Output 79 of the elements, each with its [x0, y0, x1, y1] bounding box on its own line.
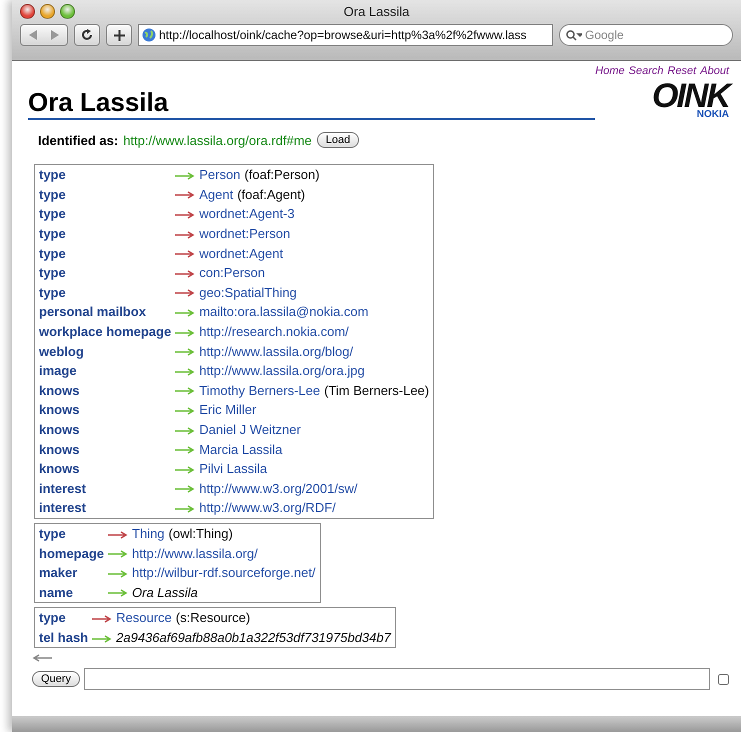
property-name: name	[34, 582, 106, 603]
value-note: (s:Resource)	[176, 610, 250, 626]
value-note: (foaf:Person)	[244, 167, 320, 182]
back-arrow-icon	[32, 654, 52, 662]
property-name: knows	[34, 380, 174, 400]
literal-value: 2a9436af69afb88a0b1a322f53df731975bd34b7	[116, 630, 391, 645]
value-link[interactable]: geo:SpatialThing	[199, 284, 297, 300]
property-name: type	[34, 224, 174, 244]
literal-value: Ora Lassila	[132, 584, 198, 600]
property-name: type	[34, 204, 174, 224]
reload-icon	[81, 29, 93, 41]
value-link[interactable]: Thing	[132, 526, 165, 541]
property-name: type	[34, 523, 106, 544]
property-name: type	[34, 282, 174, 302]
value-note: (foaf:Agent)	[237, 186, 306, 202]
property-name: knows	[34, 400, 174, 420]
load-button[interactable]: Load	[316, 132, 360, 148]
back-forward-icon	[29, 30, 59, 40]
identified-label: Identified as:	[38, 132, 118, 148]
value-link[interactable]: http://www.w3.org/RDF/	[199, 500, 336, 516]
value-link[interactable]: wordnet:Agent	[199, 246, 284, 261]
nav-link[interactable]: About	[700, 65, 729, 77]
value-link[interactable]: http://www.lassila.org/blog/	[199, 344, 354, 359]
page-heading: Ora Lassila	[28, 87, 168, 118]
value-link[interactable]: Pilvi Lassila	[199, 461, 268, 476]
value-link[interactable]: http://www.lassila.org/ora.jpg	[199, 363, 365, 378]
value-link[interactable]: Daniel J Weitzner	[199, 422, 301, 438]
value-link[interactable]: Eric Miller	[199, 402, 256, 418]
property-name: type	[34, 262, 174, 283]
value-link[interactable]: Timothy Berners-Lee	[199, 382, 320, 398]
value-link[interactable]: Marcia Lassila	[199, 442, 282, 457]
value-link[interactable]: mailto:ora.lassila@nokia.com	[199, 304, 368, 320]
window-title: Ora Lassila	[344, 4, 410, 18]
add-bookmark-button[interactable]	[106, 24, 132, 46]
value-link[interactable]: con:Person	[199, 265, 265, 280]
property-name: interest	[34, 478, 174, 498]
nav-link[interactable]: Reset	[668, 65, 696, 77]
value-link[interactable]: http://wilbur-rdf.sourceforge.net/	[132, 565, 316, 580]
value-link[interactable]: http://www.w3.org/2001/sw/	[199, 480, 358, 496]
value-note: (Tim Berners-Lee)	[324, 382, 430, 398]
search-icon	[566, 30, 582, 40]
query-field[interactable]	[84, 668, 710, 690]
property-name: homepage	[34, 543, 106, 563]
property-name: type	[34, 243, 174, 263]
property-name: personal mailbox	[34, 302, 174, 322]
property-name: interest	[34, 498, 174, 518]
query-button[interactable]: Query	[32, 671, 80, 688]
value-link[interactable]: wordnet:Agent-3	[199, 206, 295, 222]
value-note: (owl:Thing)	[168, 526, 233, 541]
plus-icon	[114, 30, 124, 40]
property-name: knows	[34, 420, 174, 440]
value-link[interactable]: Person	[199, 167, 240, 182]
window-control-button[interactable]	[60, 4, 75, 18]
property-name: knows	[34, 439, 174, 459]
window-control-button[interactable]	[20, 4, 35, 18]
globe-icon	[142, 28, 156, 42]
property-name: maker	[34, 562, 106, 582]
nav-link[interactable]: Search	[628, 65, 664, 77]
value-link[interactable]: Agent	[199, 186, 234, 202]
value-link[interactable]: http://www.lassila.org/	[132, 546, 258, 561]
value-link[interactable]: wordnet:Person	[199, 226, 290, 242]
back-forward-button[interactable]	[20, 24, 68, 46]
property-name: knows	[34, 458, 174, 478]
property-name: workplace homepage	[34, 322, 174, 342]
property-name: image	[34, 360, 174, 381]
search-field[interactable]: Google	[559, 24, 733, 46]
property-name: type	[34, 608, 90, 628]
address-field[interactable]: http://localhost/oink/cache?op=browse&uri=http%3a%2f%2fwww.lass	[138, 24, 553, 46]
value-link[interactable]: Resource	[116, 610, 172, 626]
reload-button[interactable]	[74, 24, 100, 46]
property-name: type	[34, 164, 174, 185]
checkbox[interactable]	[718, 674, 729, 685]
property-name: tel hash	[34, 628, 90, 648]
nav-link[interactable]: Home	[595, 65, 625, 77]
window-control-button[interactable]	[40, 4, 55, 18]
identity-link[interactable]: http://www.lassila.org/ora.rdf#me	[123, 132, 312, 148]
property-name: weblog	[34, 341, 174, 361]
value-link[interactable]: http://research.nokia.com/	[199, 324, 349, 340]
property-name: type	[34, 184, 174, 204]
